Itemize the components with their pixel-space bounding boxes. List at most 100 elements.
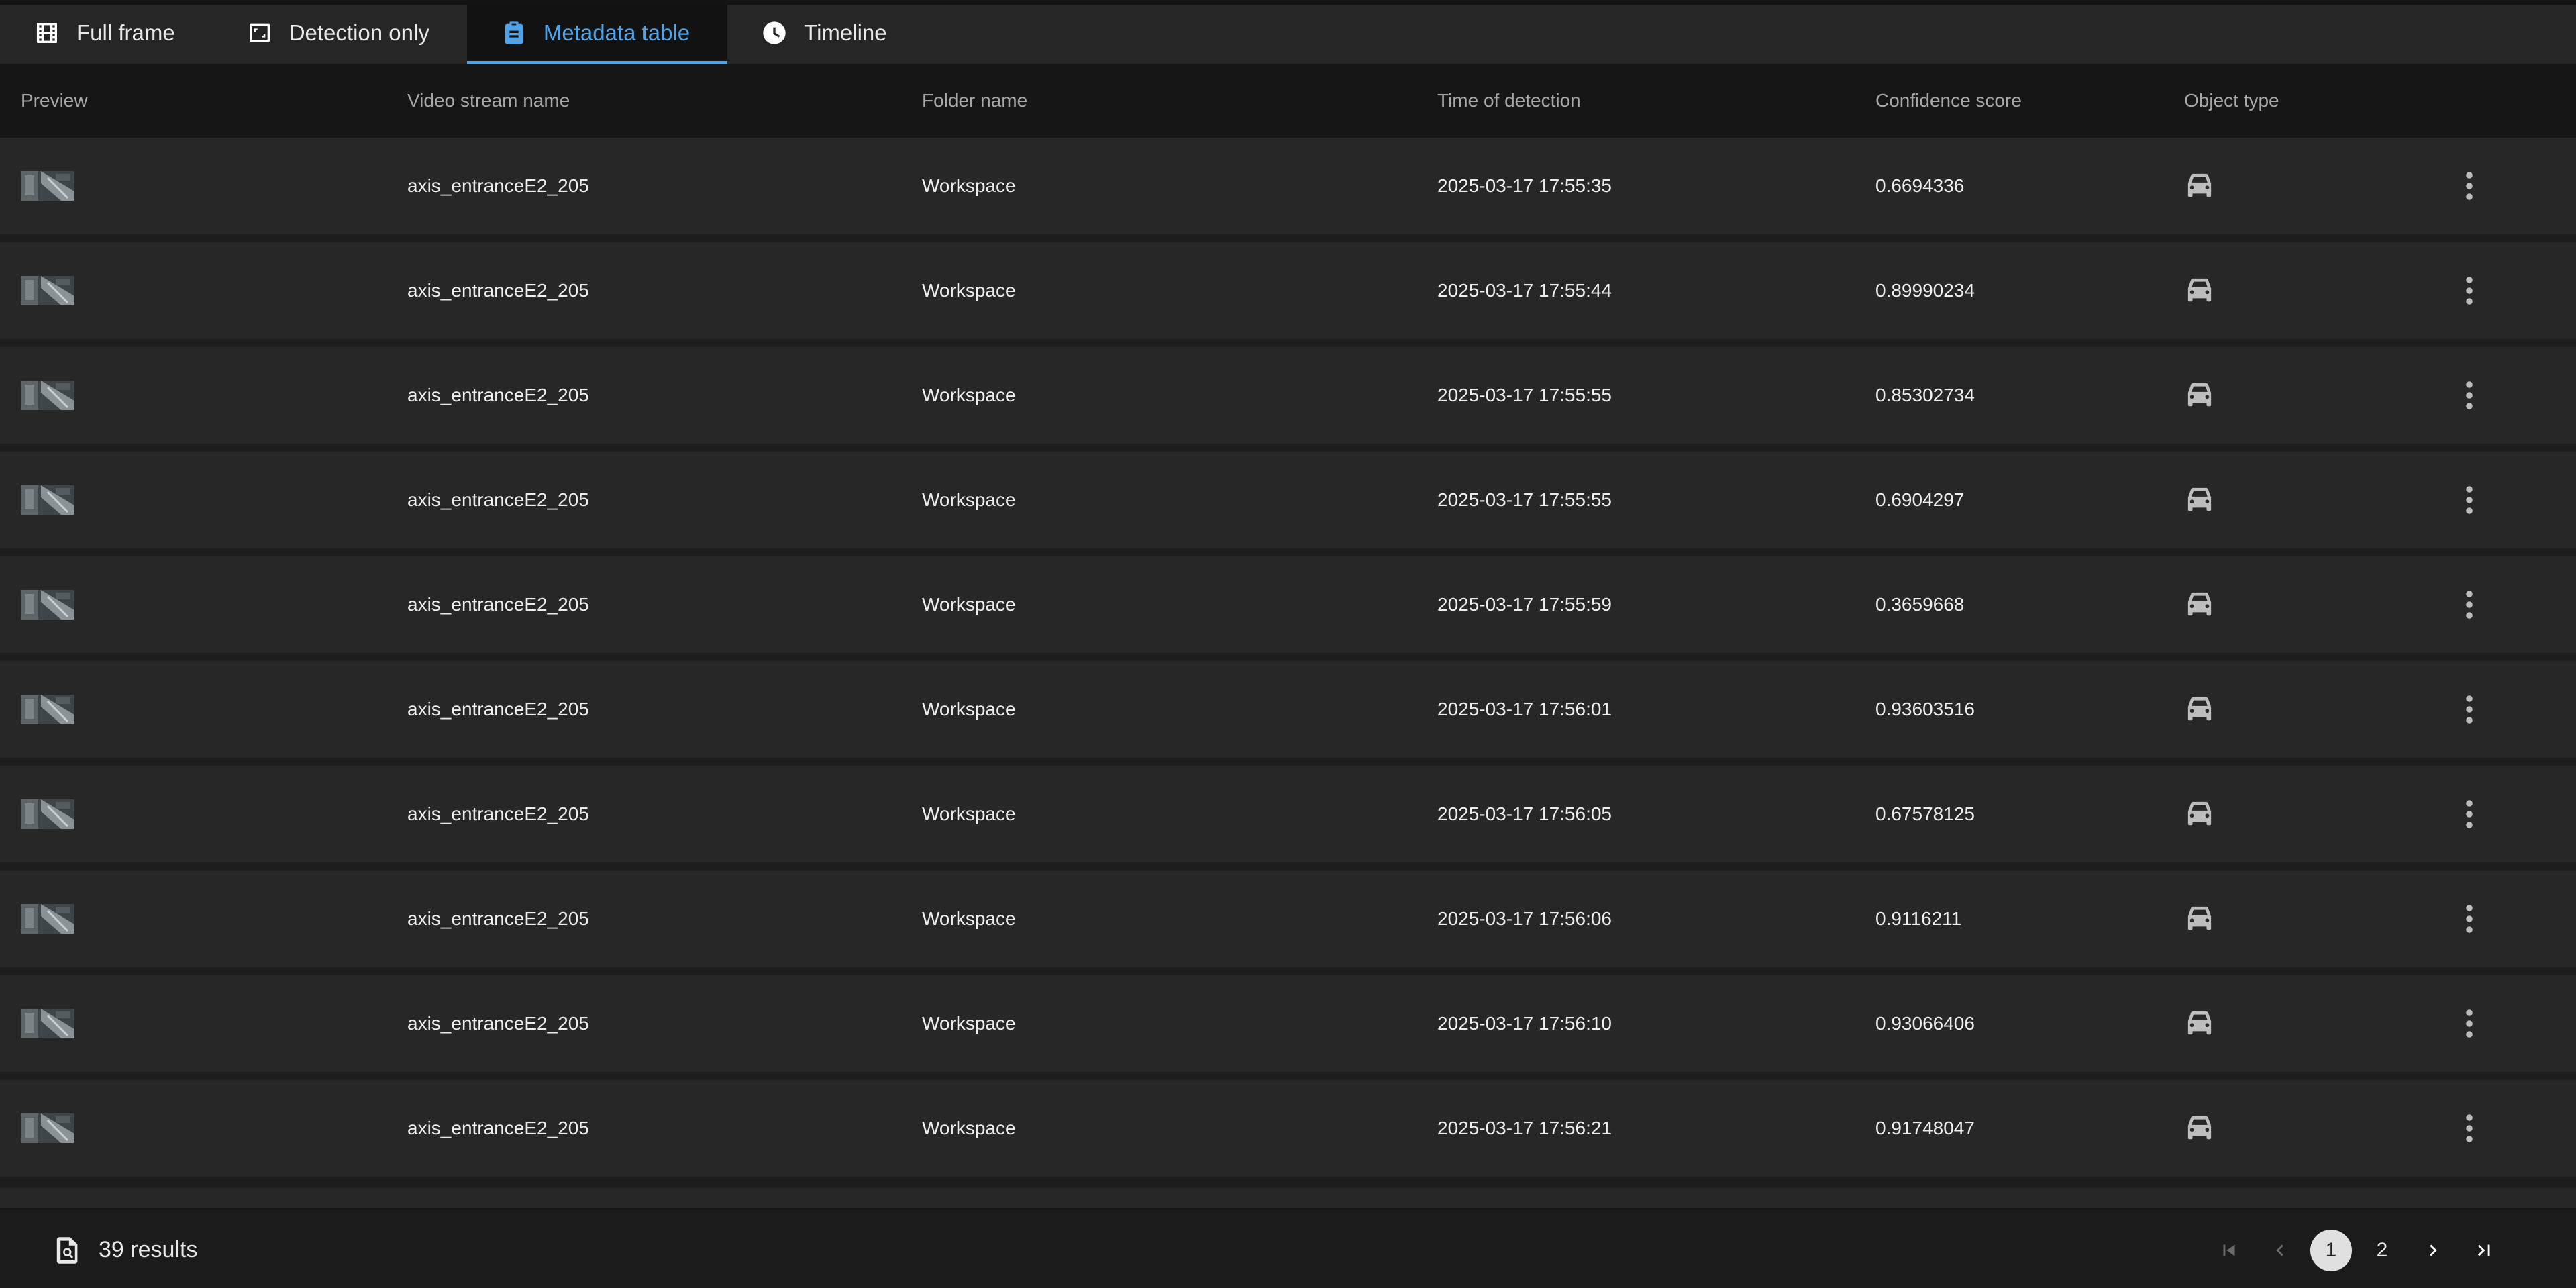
car-icon [2184, 487, 2215, 513]
preview-thumbnail[interactable] [21, 485, 74, 515]
row-menu-button[interactable] [2455, 138, 2484, 234]
table-row[interactable]: axis_entranceE2_205 Workspace 2025-03-17 1… [0, 556, 2576, 653]
preview-cell[interactable] [21, 347, 74, 444]
stream-name-cell: axis_entranceE2_205 [407, 489, 589, 510]
column-header-folder[interactable]: Folder name [922, 64, 1027, 138]
preview-thumbnail[interactable] [21, 1113, 74, 1143]
preview-cell[interactable] [21, 556, 74, 653]
last-page-button[interactable] [2463, 1230, 2505, 1271]
object-type-cell [2184, 1080, 2215, 1177]
preview-thumbnail[interactable] [21, 904, 74, 934]
tab-full-frame[interactable]: Full frame [0, 5, 213, 64]
row-menu-button[interactable] [2455, 556, 2484, 653]
object-type-cell [2184, 556, 2215, 653]
top-edge [0, 0, 2576, 5]
row-menu-button[interactable] [2455, 766, 2484, 862]
column-header-stream[interactable]: Video stream name [407, 64, 570, 138]
row-menu-button[interactable] [2455, 975, 2484, 1072]
more-vertical-icon [2465, 1113, 2474, 1143]
car-icon [2184, 382, 2215, 409]
more-vertical-icon [2465, 485, 2474, 515]
preview-cell[interactable] [21, 766, 74, 862]
preview-cell[interactable] [21, 242, 74, 339]
car-icon [2184, 1010, 2215, 1037]
preview-cell[interactable] [21, 975, 74, 1072]
film-icon [34, 19, 60, 46]
car-icon [2184, 172, 2215, 199]
car-icon [2184, 801, 2215, 828]
table-row[interactable]: axis_entranceE2_205 Workspace 2025-03-17 1… [0, 975, 2576, 1072]
more-vertical-icon [2465, 381, 2474, 410]
detection-time-cell: 2025-03-17 17:55:59 [1437, 594, 1612, 615]
confidence-score-cell: 0.89990234 [1875, 280, 1975, 301]
row-menu-button[interactable] [2455, 242, 2484, 339]
tab-detection-only-label: Detection only [289, 20, 429, 45]
stream-name-cell: axis_entranceE2_205 [407, 594, 589, 615]
tab-timeline[interactable]: Timeline [727, 5, 924, 64]
object-type-cell [2184, 975, 2215, 1072]
car-icon [2184, 277, 2215, 304]
confidence-score-cell: 0.67578125 [1875, 803, 1975, 824]
stream-name-cell: axis_entranceE2_205 [407, 803, 589, 824]
column-header-score[interactable]: Confidence score [1875, 64, 2022, 138]
more-vertical-icon [2465, 799, 2474, 829]
object-type-cell [2184, 452, 2215, 548]
row-menu-button[interactable] [2455, 871, 2484, 967]
car-icon [2184, 1115, 2215, 1142]
table-row[interactable]: axis_entranceE2_205 Workspace 2025-03-17 1… [0, 347, 2576, 444]
row-menu-button[interactable] [2455, 347, 2484, 444]
preview-thumbnail[interactable] [21, 590, 74, 620]
previous-page-button[interactable] [2259, 1230, 2301, 1271]
column-header-type[interactable]: Object type [2184, 64, 2279, 138]
preview-cell[interactable] [21, 661, 74, 758]
folder-name-cell: Workspace [922, 594, 1016, 615]
file-search-icon [56, 1236, 80, 1265]
preview-thumbnail[interactable] [21, 1009, 74, 1038]
page-button-2[interactable]: 2 [2361, 1230, 2403, 1271]
confidence-score-cell: 0.3659668 [1875, 594, 1965, 615]
folder-name-cell: Workspace [922, 803, 1016, 824]
more-vertical-icon [2465, 695, 2474, 724]
next-page-button[interactable] [2412, 1230, 2454, 1271]
table-row[interactable]: axis_entranceE2_205 Workspace 2025-03-17 1… [0, 138, 2576, 234]
preview-cell[interactable] [21, 1080, 74, 1177]
preview-thumbnail[interactable] [21, 276, 74, 305]
table-row[interactable]: axis_entranceE2_205 Workspace 2025-03-17 1… [0, 661, 2576, 758]
table-row[interactable]: axis_entranceE2_205 Workspace 2025-03-17 1… [0, 871, 2576, 967]
stream-name-cell: axis_entranceE2_205 [407, 1118, 589, 1138]
detection-time-cell: 2025-03-17 17:55:35 [1437, 175, 1612, 196]
folder-name-cell: Workspace [922, 908, 1016, 929]
stream-name-cell: axis_entranceE2_205 [407, 1013, 589, 1034]
preview-thumbnail[interactable] [21, 695, 74, 724]
table-row[interactable]: axis_entranceE2_205 Workspace 2025-03-17 1… [0, 1080, 2576, 1177]
table-row[interactable]: axis_entranceE2_205 Workspace 2025-03-17 1… [0, 452, 2576, 548]
more-vertical-icon [2465, 590, 2474, 620]
confidence-score-cell: 0.9116211 [1875, 908, 1962, 929]
tab-detection-only[interactable]: Detection only [213, 5, 467, 64]
tab-metadata-table[interactable]: Metadata table [466, 5, 728, 64]
detection-time-cell: 2025-03-17 17:56:10 [1437, 1013, 1612, 1034]
row-menu-button[interactable] [2455, 1080, 2484, 1177]
preview-thumbnail[interactable] [21, 381, 74, 410]
table-row[interactable]: axis_entranceE2_205 Workspace 2025-03-17 1… [0, 242, 2576, 339]
preview-cell[interactable] [21, 871, 74, 967]
first-page-button[interactable] [2208, 1230, 2250, 1271]
confidence-score-cell: 0.91748047 [1875, 1118, 1975, 1138]
row-menu-button[interactable] [2455, 661, 2484, 758]
detection-time-cell: 2025-03-17 17:56:05 [1437, 803, 1612, 824]
object-type-cell [2184, 242, 2215, 339]
car-icon [2184, 591, 2215, 618]
stream-name-cell: axis_entranceE2_205 [407, 175, 589, 196]
table-row[interactable]: axis_entranceE2_205 Workspace 2025-03-17 1… [0, 766, 2576, 862]
preview-thumbnail[interactable] [21, 799, 74, 829]
preview-cell[interactable] [21, 138, 74, 234]
column-header-time[interactable]: Time of detection [1437, 64, 1581, 138]
row-menu-button[interactable] [2455, 452, 2484, 548]
preview-cell[interactable] [21, 452, 74, 548]
preview-thumbnail[interactable] [21, 171, 74, 201]
last-page-icon [2473, 1239, 2495, 1262]
more-vertical-icon [2465, 1009, 2474, 1038]
detection-time-cell: 2025-03-17 17:55:55 [1437, 385, 1612, 405]
column-header-preview: Preview [21, 90, 88, 111]
page-button-1[interactable]: 1 [2310, 1229, 2352, 1271]
